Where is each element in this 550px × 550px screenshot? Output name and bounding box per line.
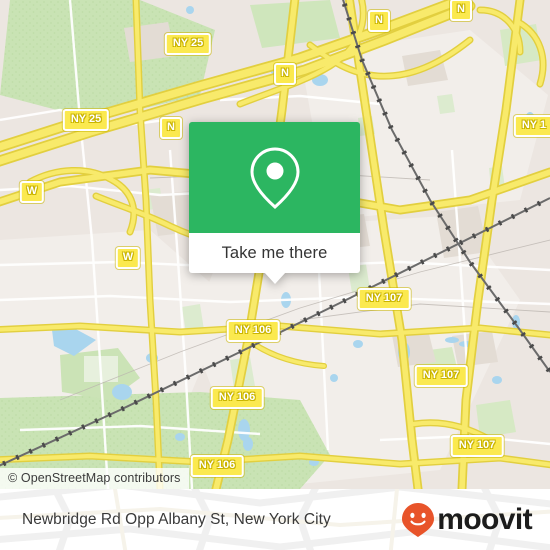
footer-bar: Newbridge Rd Opp Albany St, New York Cit… <box>0 489 550 550</box>
road-shield: NY 106 <box>210 387 264 409</box>
road-shield: N <box>368 10 390 32</box>
road-shield: W <box>19 181 45 203</box>
road-shield: N <box>450 0 472 21</box>
map-screen: NY 25 NY 25 N N N N W W NY 1 NY 107 NY 107 NY 107 NY… <box>0 0 550 550</box>
road-shield: NY 107 <box>414 365 468 387</box>
road-shield: NY 25 <box>164 33 212 55</box>
place-name-label: Newbridge Rd Opp Albany St, New York Cit… <box>22 510 331 528</box>
popup-pointer <box>263 272 286 284</box>
map-pin-icon <box>249 146 300 209</box>
road-shield: W <box>115 247 141 269</box>
road-shield: N <box>160 117 182 139</box>
map-attribution: © OpenStreetMap contributors <box>0 468 189 489</box>
road-shield: NY 107 <box>450 435 504 457</box>
moovit-wordmark: moovit <box>437 502 532 536</box>
road-shield: NY 107 <box>357 288 411 310</box>
road-shield: NY 106 <box>226 320 280 342</box>
road-shield: N <box>274 63 296 85</box>
road-shield: NY 25 <box>62 109 110 131</box>
road-shield: NY 106 <box>190 455 244 477</box>
popup-image <box>189 122 360 233</box>
take-me-there-button[interactable]: Take me there <box>189 233 360 273</box>
moovit-smiley-pin-icon <box>402 502 435 537</box>
road-shield: NY 1 <box>513 115 550 137</box>
moovit-logo[interactable]: moovit <box>401 502 533 538</box>
place-popup-card[interactable]: Take me there <box>189 122 360 284</box>
